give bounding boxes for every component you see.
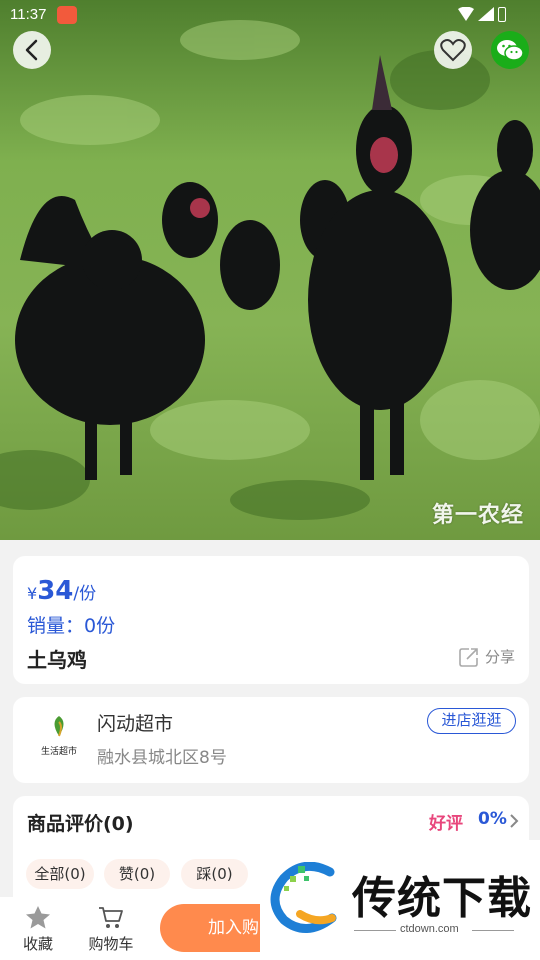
star-icon [26,906,50,929]
chevron-right-icon[interactable] [509,813,519,829]
image-watermark: 第一农经 [432,503,525,528]
share-button[interactable]: 分享 [459,646,515,667]
tab-favorite-label: 收藏 [22,935,53,953]
product-name: 土乌鸡 [27,648,87,672]
favorite-button[interactable] [434,31,472,69]
tab-favorite[interactable]: 收藏 [20,905,56,954]
promo-divider-left [354,930,396,931]
store-card[interactable]: 生活超市 闪动超市 融水县城北区8号 进店逛逛 [13,697,529,783]
wifi-icon [458,7,474,21]
store-name: 闪动超市 [97,713,174,735]
share-icon [459,647,478,667]
cart-icon [99,907,123,928]
wechat-share-button[interactable] [491,31,529,69]
signal-icon [478,7,494,21]
promo-url: ctdown.com [400,923,459,935]
status-bar: 11:37 [0,0,540,30]
product-image[interactable]: 11:37 第一农经 [0,0,540,540]
price-value: 34 [37,576,74,606]
filter-dislike-chip[interactable]: 踩(0) [181,859,248,889]
product-info-card: ¥34/份 销量：0份 土乌鸡 分享 [13,556,529,684]
sales-count: 销量：0份 [27,615,116,637]
currency-symbol: ¥ [27,584,38,603]
chicken-photo [0,0,540,540]
wechat-icon [497,40,524,61]
promo-title: 传统下载 [352,873,532,924]
battery-icon [498,7,506,22]
tab-cart-label: 购物车 [88,935,134,953]
tab-cart[interactable]: 购物车 [86,905,136,954]
promo-watermark: 传统下载 ctdown.com [260,840,540,960]
promo-divider-right [472,930,514,931]
promo-logo-icon [270,862,337,933]
visit-store-button[interactable]: 进店逛逛 [427,708,516,734]
price: ¥34/份 [27,576,96,606]
good-rating-label[interactable]: 好评 [429,809,463,834]
heart-icon [440,39,466,62]
leaf-logo-icon [54,716,64,737]
status-indicators [458,7,506,22]
store-logo: 生活超市 [39,714,79,766]
filter-all-chip[interactable]: 全部(0) [26,859,94,889]
chevron-left-icon [25,39,38,61]
price-unit: /份 [73,584,97,604]
share-label: 分享 [485,648,516,666]
good-rating-value[interactable]: 0% [478,809,507,829]
filter-like-chip[interactable]: 赞(0) [104,859,170,889]
store-address: 融水县城北区8号 [97,748,227,768]
reviews-title: 商品评价(0) [27,813,134,835]
notification-app-icon [57,6,77,24]
back-button[interactable] [13,31,51,69]
status-time: 11:37 [10,6,47,23]
